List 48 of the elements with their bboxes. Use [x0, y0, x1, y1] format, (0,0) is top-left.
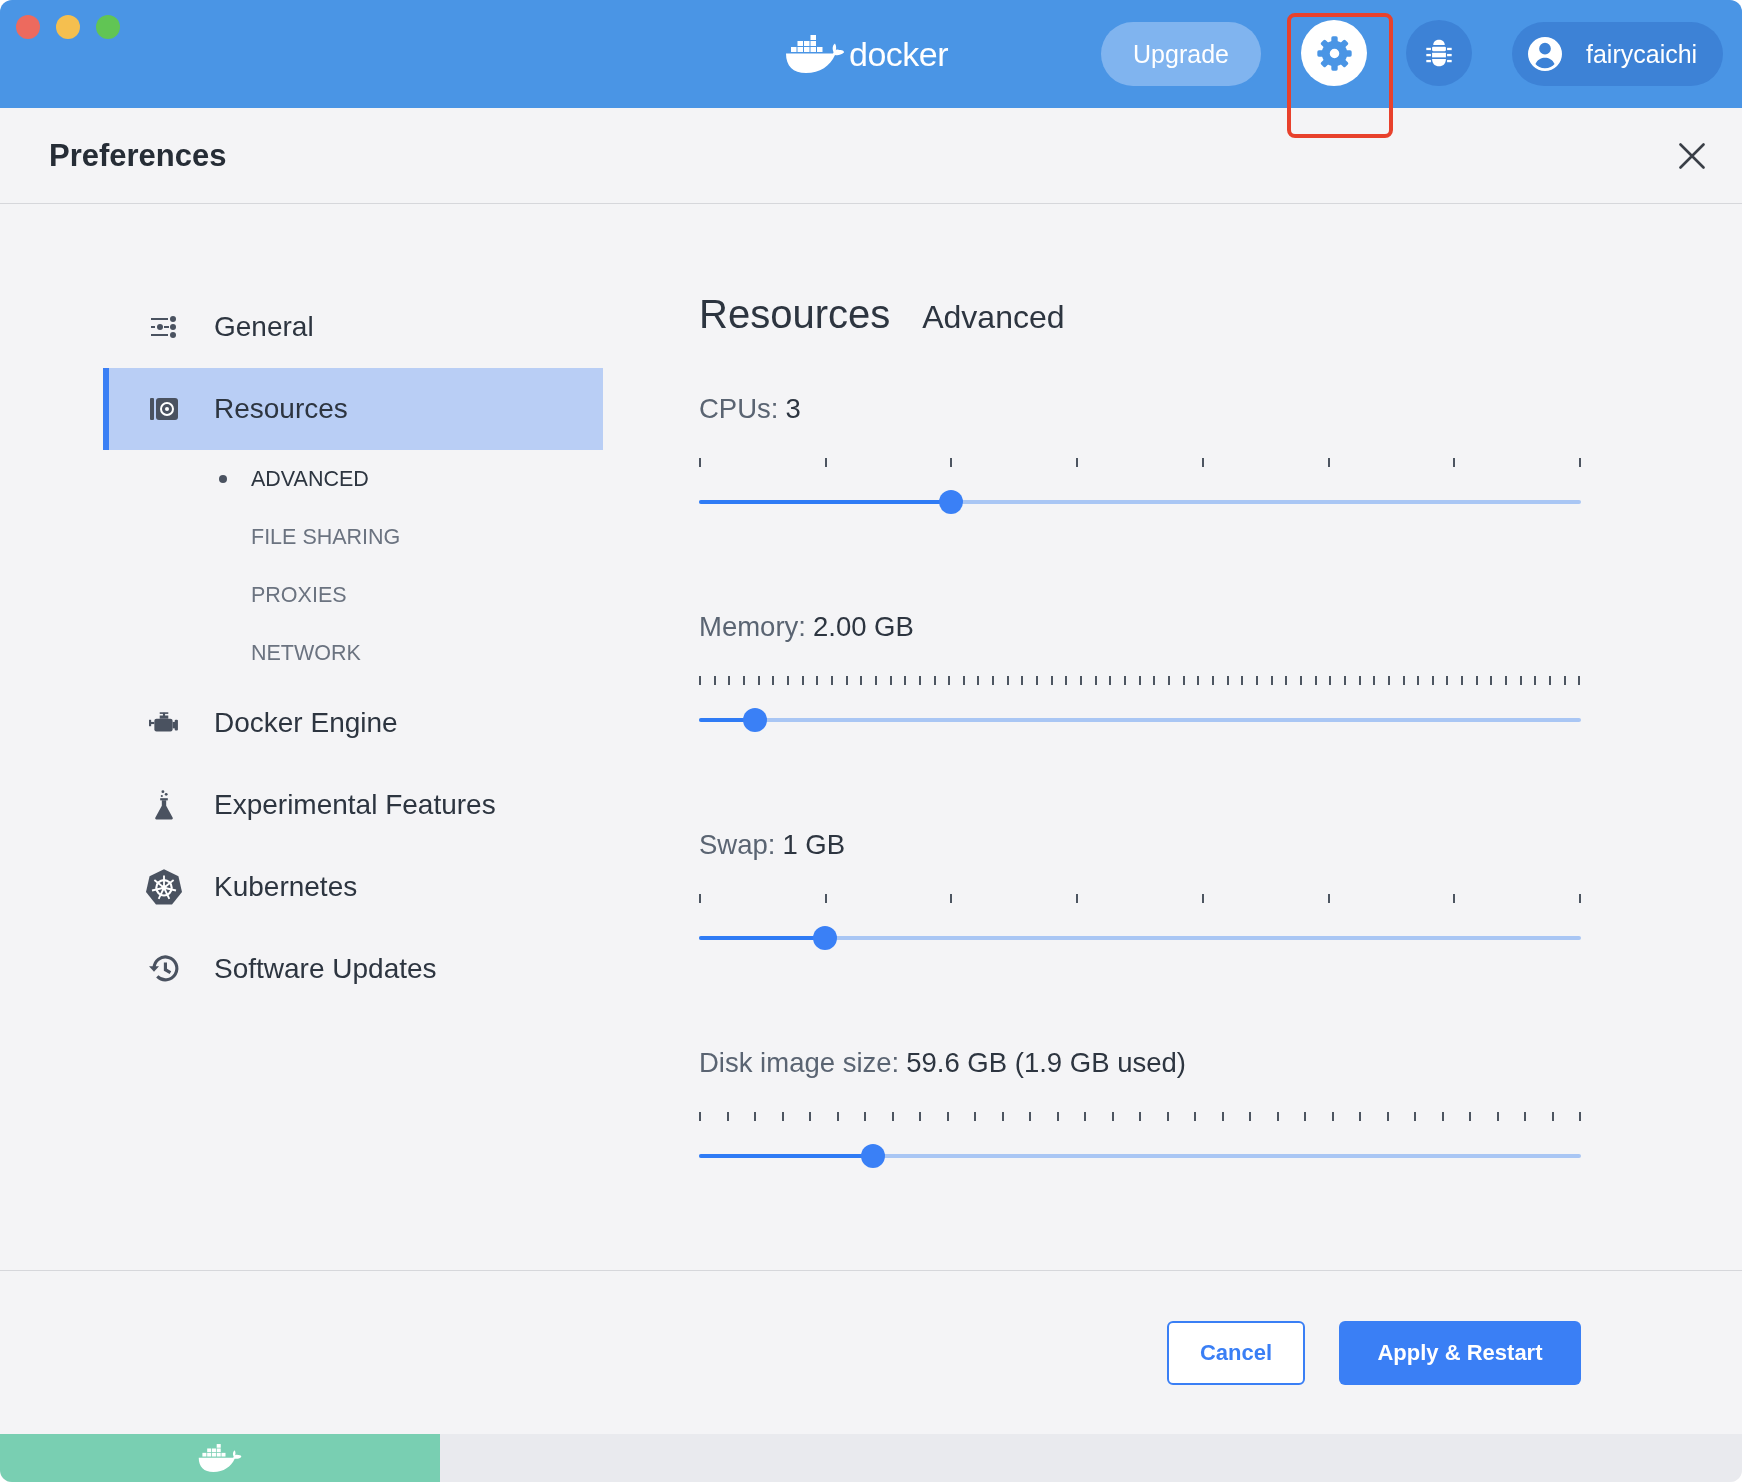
sidebar-item[interactable]: Kubernetes	[103, 846, 603, 928]
disk-icon	[150, 397, 178, 421]
slider-thumb[interactable]	[743, 708, 768, 732]
slider-thumb[interactable]	[860, 1144, 885, 1168]
user-icon	[1528, 37, 1562, 71]
sidebar-item[interactable]: General	[103, 286, 603, 368]
window-title: Preferences	[49, 137, 227, 174]
sidebar-item[interactable]: Docker Engine	[103, 682, 603, 764]
settings-icon	[1316, 35, 1352, 71]
engine-icon	[149, 712, 179, 734]
apply-button[interactable]: Apply & Restart	[1339, 1321, 1581, 1385]
status-segment[interactable]	[0, 1434, 440, 1482]
sidebar-subitem[interactable]: FILE SHARING	[103, 508, 603, 566]
slider-label: CPUs:	[699, 392, 779, 426]
sidebar-item[interactable]: Software Updates	[103, 928, 603, 1010]
close-icon[interactable]	[1679, 142, 1705, 169]
slider-track[interactable]	[699, 926, 1581, 950]
sidebar-item[interactable]: Resources	[103, 368, 603, 450]
slider-track[interactable]	[699, 1144, 1581, 1168]
slider-value: 3	[785, 392, 801, 426]
section-subtitle: Advanced	[922, 299, 1065, 336]
slider-track[interactable]	[699, 490, 1581, 514]
sidebar-subitem[interactable]: NETWORK	[103, 624, 603, 682]
slider-thumb[interactable]	[813, 926, 838, 950]
minimize-window-icon[interactable]	[56, 15, 80, 39]
slider-value: 59.6 GB (1.9 GB used)	[906, 1046, 1186, 1080]
slider-value: 1 GB	[782, 828, 846, 862]
flask-icon	[153, 790, 175, 820]
helm-wheel-icon	[146, 869, 182, 905]
cancel-button[interactable]: Cancel	[1167, 1321, 1305, 1385]
whale-icon	[785, 34, 845, 74]
sidebar-subitem[interactable]: PROXIES	[103, 566, 603, 624]
slider-label: Swap:	[699, 828, 776, 862]
sidebar-subitem[interactable]: ADVANCED	[103, 450, 603, 508]
account-button[interactable]: fairycaichi	[1512, 22, 1723, 86]
sidebar-item[interactable]: Experimental Features	[103, 764, 603, 846]
bullet-icon	[219, 475, 227, 483]
bug-icon	[1425, 38, 1453, 68]
whale-icon	[198, 1443, 242, 1473]
slider-track[interactable]	[699, 708, 1581, 732]
slider-thumb[interactable]	[939, 490, 964, 514]
logo-text: docker	[849, 34, 949, 74]
sliders-icon	[151, 316, 177, 338]
slider-value: 2.00 GB	[812, 610, 914, 644]
history-icon	[148, 954, 180, 984]
slider-label: Memory:	[699, 610, 806, 644]
slider-label: Disk image size:	[699, 1046, 900, 1080]
section-title: Resources	[699, 291, 891, 338]
